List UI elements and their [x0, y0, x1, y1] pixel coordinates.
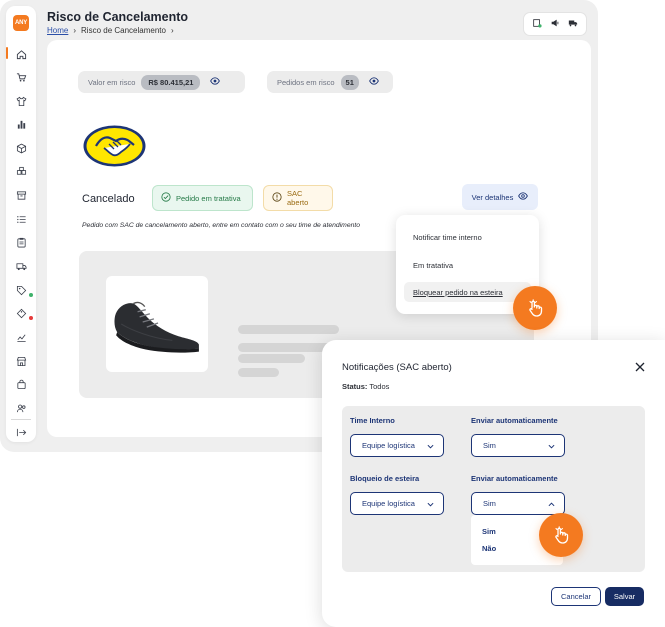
skeleton-line — [238, 368, 279, 377]
view-details-button[interactable]: Ver detalhes — [462, 184, 538, 210]
value-at-risk-label: Valor em risco — [88, 77, 136, 87]
alert-circle-icon — [272, 192, 282, 204]
orders-at-risk-count: 51 — [340, 74, 359, 90]
cancel-button[interactable]: Cancelar — [551, 587, 601, 606]
team-select-value: Equipe logística — [362, 441, 415, 450]
sidebar-divider — [11, 419, 31, 420]
sac-badge-label: SAC aberto — [287, 189, 309, 207]
bag-icon[interactable] — [14, 377, 28, 391]
chevron-down-icon — [427, 444, 434, 449]
breadcrumb-home-link[interactable]: Home — [47, 26, 68, 35]
option-yes[interactable]: Sim — [482, 527, 496, 536]
modal-title: Notificações (SAC aberto) — [342, 362, 452, 373]
status-dot-red — [29, 316, 33, 320]
product-image — [106, 276, 208, 372]
option-no[interactable]: Não — [482, 544, 496, 553]
truck-icon[interactable] — [568, 15, 578, 33]
auto-send-select[interactable]: Sim — [471, 492, 565, 515]
auto-send-value: Sim — [483, 441, 496, 450]
value-at-risk-amount: R$ 80.415,21 — [141, 74, 201, 90]
sac-badge: SAC aberto — [263, 185, 333, 211]
eye-icon — [518, 191, 529, 203]
store-check-icon[interactable] — [532, 15, 542, 33]
modal-status: Status: Todos — [342, 382, 389, 391]
auto-send-value: Sim — [483, 499, 496, 508]
header-actions — [523, 12, 587, 36]
status-dot-green — [29, 293, 33, 297]
status-label: Status: — [342, 382, 368, 391]
hand-cursor-icon — [539, 513, 583, 557]
eye-icon[interactable] — [365, 76, 379, 88]
sidebar: ANY — [6, 6, 36, 442]
menu-item-block-order[interactable]: Bloquear pedido na esteira — [404, 282, 531, 302]
orders-at-risk-label: Pedidos em risco — [277, 77, 335, 87]
shirt-icon[interactable] — [14, 94, 28, 108]
chevron-down-icon — [548, 444, 555, 449]
chevron-right-icon: › — [73, 26, 77, 35]
save-button[interactable]: Salvar — [605, 587, 644, 606]
store-icon[interactable] — [14, 354, 28, 368]
view-details-label: Ver detalhes — [471, 192, 514, 202]
team-select[interactable]: Equipe logística — [350, 434, 444, 457]
team-select-value: Equipe logística — [362, 499, 415, 508]
chevron-right-icon: › — [170, 26, 174, 35]
treatment-badge: Pedido em tratativa — [152, 185, 253, 211]
chevron-down-icon — [427, 502, 434, 507]
home-icon[interactable] — [14, 47, 28, 61]
hand-cursor-icon — [513, 286, 557, 330]
bar-chart-icon[interactable] — [14, 117, 28, 131]
boxes-icon[interactable] — [14, 164, 28, 178]
auto-send-select[interactable]: Sim — [471, 434, 565, 457]
skeleton-line — [238, 354, 305, 363]
breadcrumb: Home › Risco de Cancelamento › — [47, 26, 174, 35]
sidebar-active-indicator — [6, 47, 8, 59]
breadcrumb-current: Risco de Cancelamento — [81, 26, 166, 35]
notification-rules: Time Interno Enviar automaticamente Equi… — [342, 406, 645, 572]
close-icon[interactable] — [634, 361, 646, 373]
rule-label-pipeline-block: Bloqueio de esteira — [350, 474, 420, 483]
rule-auto-send-label: Enviar automaticamente — [471, 416, 558, 425]
marketplace-logo — [83, 125, 146, 167]
menu-item-in-treatment[interactable]: Em tratativa — [404, 255, 531, 275]
treatment-badge-label: Pedido em tratativa — [176, 193, 241, 203]
page-title: Risco de Cancelamento — [47, 10, 189, 24]
truck-icon[interactable] — [14, 259, 28, 273]
team-select[interactable]: Equipe logística — [350, 492, 444, 515]
archive-icon[interactable] — [14, 188, 28, 202]
rule-auto-send-label: Enviar automaticamente — [471, 474, 558, 483]
value-at-risk-card: Valor em risco R$ 80.415,21 — [78, 71, 245, 93]
check-circle-icon — [161, 192, 171, 204]
tag-alert-icon[interactable] — [14, 306, 28, 320]
list-icon[interactable] — [14, 212, 28, 226]
users-icon[interactable] — [14, 401, 28, 415]
status-value: Todos — [369, 382, 390, 391]
megaphone-icon[interactable] — [550, 15, 560, 33]
skeleton-line — [238, 325, 339, 334]
orders-at-risk-card: Pedidos em risco 51 — [267, 71, 393, 93]
chevron-down-icon — [548, 502, 555, 507]
collapse-arrow-icon[interactable] — [14, 425, 28, 439]
eye-icon[interactable] — [206, 76, 221, 88]
line-chart-icon[interactable] — [14, 330, 28, 344]
order-status-label: Cancelado — [82, 193, 135, 205]
order-info-text: Pedido com SAC de cancelamento aberto, e… — [82, 222, 361, 229]
cart-icon[interactable] — [14, 70, 28, 84]
menu-item-notify[interactable]: Notificar time interno — [404, 227, 531, 247]
notifications-modal: Notificações (SAC aberto) Status: Todos … — [322, 340, 665, 627]
box-icon[interactable] — [14, 141, 28, 155]
sneaker-image — [114, 301, 199, 353]
app-logo: ANY — [13, 15, 29, 31]
rule-label-internal-team: Time Interno — [350, 416, 395, 425]
clipboard-icon[interactable] — [14, 235, 28, 249]
tag-icon[interactable] — [14, 283, 28, 297]
